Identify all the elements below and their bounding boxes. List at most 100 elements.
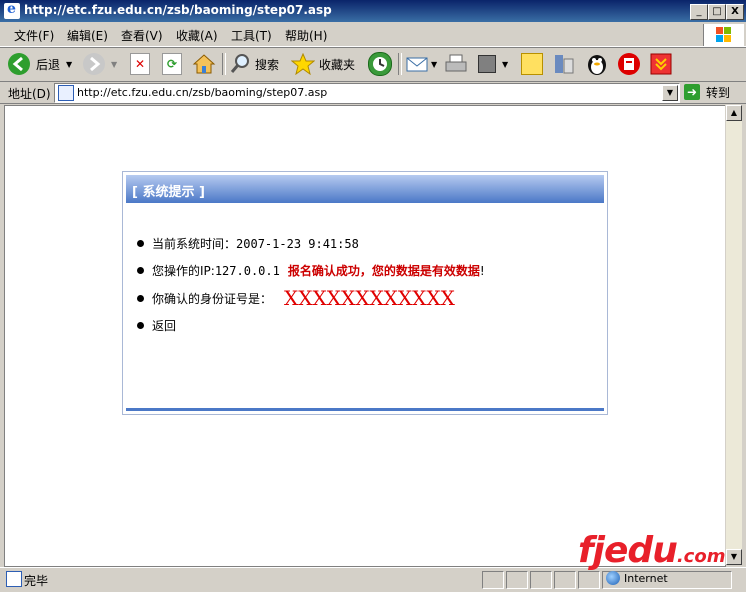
close-button[interactable]: X [726, 4, 744, 20]
security-button[interactable] [617, 52, 641, 76]
print-button[interactable] [444, 52, 468, 76]
address-input[interactable]: http://etc.fzu.edu.cn/zsb/baoming/step07… [54, 83, 680, 103]
mail-icon [406, 57, 428, 72]
scroll-down-icon[interactable]: ▼ [726, 549, 742, 565]
history-icon [368, 52, 392, 76]
home-icon [192, 54, 216, 74]
page-content: [ 系统提示 ] 当前系统时间： 2007-1-23 9:41:58 您操作的I… [4, 105, 726, 567]
security-icon [618, 53, 640, 75]
time-label: 当前系统时间： [152, 237, 237, 251]
note-button[interactable] [521, 52, 543, 76]
go-label: 转到 [706, 85, 731, 100]
menu-help[interactable]: 帮助(H) [285, 27, 327, 44]
status-cell [530, 571, 552, 589]
system-notice-panel: [ 系统提示 ] 当前系统时间： 2007-1-23 9:41:58 您操作的I… [122, 171, 608, 415]
favorites-label: 收藏夹 [319, 57, 356, 72]
status-main-cell [2, 571, 482, 589]
bullet-icon [137, 294, 144, 302]
status-cell [506, 571, 528, 589]
id-label: 你确认的身份证号是： [152, 291, 273, 306]
back-button[interactable]: 后退 ▼ [8, 52, 72, 76]
site-watermark-logo: fjedu.com [578, 530, 725, 571]
edit-button[interactable]: ▼ [478, 52, 508, 76]
status-cell [482, 571, 504, 589]
edit-dropdown-icon[interactable]: ▼ [502, 60, 508, 69]
search-button[interactable]: 搜索 [229, 52, 279, 76]
bullet-icon [137, 240, 144, 247]
success-suffix: ! [479, 263, 485, 278]
status-cell [554, 571, 576, 589]
go-button[interactable]: ➜ 转到 [684, 83, 730, 101]
status-cell [578, 571, 600, 589]
address-label: 地址(D) [8, 87, 51, 101]
download-icon [650, 53, 672, 75]
maximize-button[interactable]: □ [708, 4, 726, 20]
toolbar-separator [398, 53, 402, 75]
address-url[interactable]: http://etc.fzu.edu.cn/zsb/baoming/step07… [77, 86, 327, 99]
watermark-suffix: .com [676, 546, 726, 567]
menu-file[interactable]: 文件(F) [14, 27, 54, 44]
windows-logo [703, 24, 744, 46]
time-value: 2007-1-23 9:41:58 [236, 236, 359, 251]
watermark-main: fjedu [578, 530, 678, 571]
favorites-button[interactable]: 收藏夹 [291, 52, 355, 76]
internet-globe-icon [606, 571, 620, 585]
minimize-button[interactable]: _ [690, 4, 708, 20]
edit-icon [478, 55, 496, 73]
vertical-scrollbar[interactable]: ▲ ▼ [725, 105, 742, 565]
star-icon [291, 53, 315, 75]
mail-button[interactable]: ▼ [405, 52, 437, 76]
history-button[interactable] [368, 52, 392, 76]
zone-label: Internet [624, 572, 668, 585]
qq-penguin-icon [588, 55, 606, 75]
stop-button[interactable]: ✕ [130, 52, 150, 76]
windows-flag-icon [716, 27, 732, 43]
go-arrow-icon: ➜ [684, 84, 700, 100]
title-bar: http://etc.fzu.edu.cn/zsb/baoming/step07… [0, 0, 746, 22]
note-icon [521, 53, 543, 75]
mail-dropdown-icon[interactable]: ▼ [431, 60, 437, 69]
address-dropdown-icon[interactable]: ▼ [662, 85, 678, 101]
qq-button[interactable] [585, 52, 609, 76]
back-dropdown-icon[interactable]: ▼ [66, 60, 72, 69]
scroll-up-icon[interactable]: ▲ [726, 105, 742, 121]
menu-edit[interactable]: 编辑(E) [67, 27, 108, 44]
forward-arrow-icon [83, 53, 105, 75]
messenger-button[interactable] [552, 52, 576, 76]
time-row: 当前系统时间： 2007-1-23 9:41:58 [137, 235, 359, 252]
window-title: http://etc.fzu.edu.cn/zsb/baoming/step07… [24, 3, 332, 17]
home-button[interactable] [192, 52, 216, 76]
refresh-icon: ⟳ [162, 53, 182, 75]
id-value: XXXXXXXXXXXX [284, 286, 455, 310]
download-button[interactable] [650, 52, 672, 76]
address-bar: 地址(D) http://etc.fzu.edu.cn/zsb/baoming/… [0, 81, 746, 104]
back-row: 返回 [137, 317, 176, 334]
toolbar-separator [222, 53, 226, 75]
back-arrow-icon [8, 53, 30, 75]
ip-row: 您操作的IP: 127.0.0.1 报名确认成功，您的数据是有效数据 ! [137, 262, 485, 279]
panel-footer-bar [126, 408, 604, 411]
panel-title: [ 系统提示 ] [132, 185, 205, 200]
menu-bar: 文件(F) 编辑(E) 查看(V) 收藏(A) 工具(T) 帮助(H) [0, 22, 746, 47]
ip-value: 127.0.0.1 [214, 263, 280, 278]
printer-icon [445, 54, 467, 72]
search-label: 搜索 [255, 57, 280, 72]
search-icon [230, 54, 249, 73]
menu-favorites[interactable]: 收藏(A) [176, 27, 218, 44]
page-icon [58, 85, 74, 101]
menu-tools[interactable]: 工具(T) [231, 27, 272, 44]
refresh-button[interactable]: ⟳ [162, 52, 182, 76]
panel-header: [ 系统提示 ] [126, 175, 604, 203]
id-row: 你确认的身份证号是： XXXXXXXXXXXX [137, 286, 455, 310]
ip-label: 您操作的IP: [152, 264, 215, 278]
bullet-icon [137, 322, 144, 329]
back-link[interactable]: 返回 [152, 317, 176, 334]
messenger-icon [555, 55, 574, 74]
bullet-icon [137, 267, 144, 274]
back-label: 后退 [36, 57, 61, 72]
menu-view[interactable]: 查看(V) [121, 27, 163, 44]
ie-icon [4, 1, 20, 19]
forward-button[interactable]: ▼ [83, 52, 117, 76]
success-message: 报名确认成功，您的数据是有效数据 [287, 264, 480, 278]
forward-dropdown-icon[interactable]: ▼ [111, 60, 117, 69]
